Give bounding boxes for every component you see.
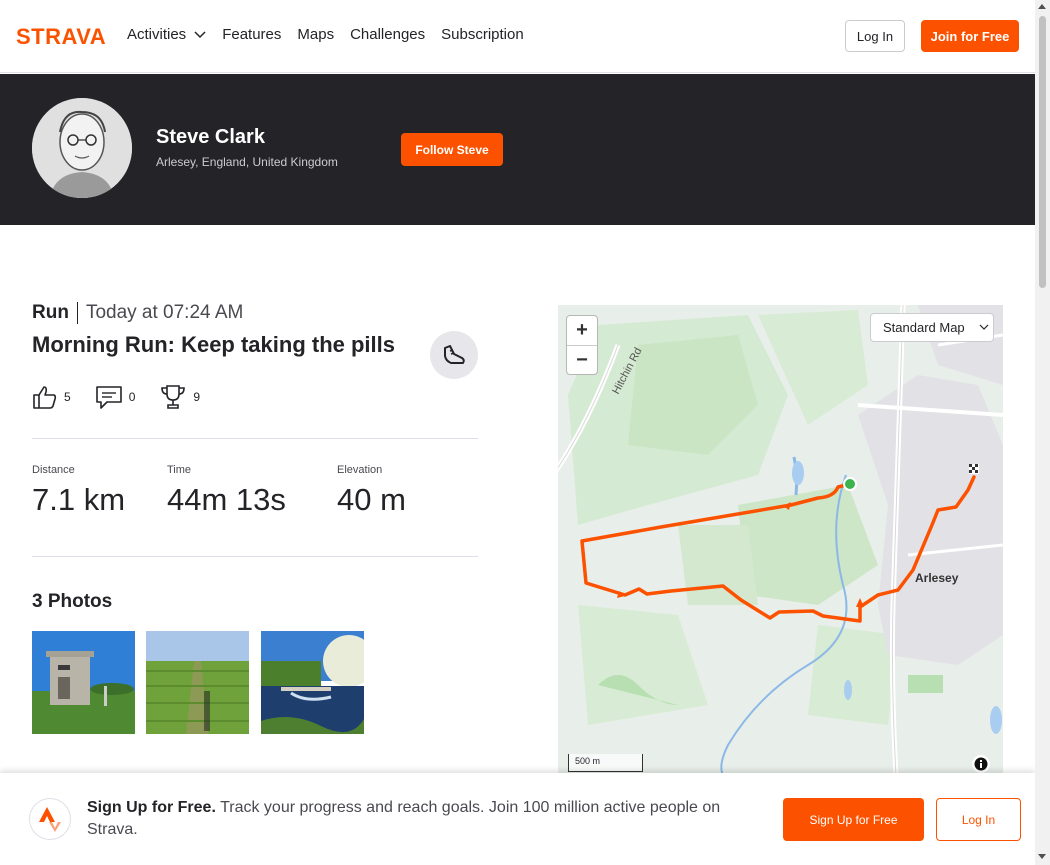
- comments-button[interactable]: 0: [95, 384, 136, 410]
- nav-item-challenges[interactable]: Challenges: [350, 26, 425, 43]
- scrollbar-thumb[interactable]: [1039, 16, 1046, 288]
- nav-item-label: Activities: [127, 26, 187, 43]
- map-town-label: Arlesey: [915, 571, 959, 585]
- map-type-select[interactable]: Standard Map: [870, 313, 994, 342]
- signup-button[interactable]: Sign Up for Free: [783, 798, 924, 841]
- login-button[interactable]: Log In: [845, 20, 905, 52]
- signup-message: Sign Up for Free. Track your progress an…: [87, 797, 757, 841]
- thumbs-up-icon: [33, 386, 57, 409]
- nav-item-subscription[interactable]: Subscription: [441, 26, 524, 43]
- activity-type: Run: [32, 302, 69, 323]
- nav-item-label: Features: [222, 26, 282, 43]
- join-for-free-button[interactable]: Join for Free: [921, 20, 1019, 52]
- map-scale: 500 m: [568, 754, 643, 772]
- avatar[interactable]: [32, 98, 132, 198]
- strava-chevron-icon: [39, 807, 61, 832]
- activity-title: Morning Run: Keep taking the pills: [32, 332, 395, 357]
- gear-shoe-button[interactable]: [430, 331, 478, 379]
- login-button-bottom[interactable]: Log In: [936, 798, 1021, 841]
- photos-title: 3 Photos: [32, 591, 113, 612]
- signup-banner: Sign Up for Free. Track your progress an…: [0, 773, 1035, 865]
- scroll-down-icon[interactable]: [1038, 854, 1046, 859]
- stat-elevation: Elevation 40 m: [337, 464, 406, 518]
- follow-button[interactable]: Follow Steve: [401, 133, 503, 166]
- activity-map[interactable]: Hitchin Rd Arlesey + − Standard Map 500 …: [558, 305, 1003, 775]
- divider: [32, 556, 478, 557]
- photo-pillbox: [32, 631, 135, 734]
- svg-text:STRAVA: STRAVA: [16, 26, 106, 46]
- activity-photo[interactable]: [146, 631, 249, 734]
- activity-photo[interactable]: [261, 631, 364, 734]
- athlete-name[interactable]: Steve Clark: [156, 126, 265, 149]
- chevron-down-icon: [979, 324, 989, 330]
- chevron-down-icon: [194, 30, 206, 38]
- nav-item-maps[interactable]: Maps: [297, 26, 334, 43]
- zoom-controls: + −: [566, 315, 598, 375]
- shoe-icon: [444, 345, 465, 364]
- zoom-out-button[interactable]: −: [567, 346, 597, 375]
- divider: [76, 302, 78, 324]
- photo-river: [261, 631, 364, 734]
- stat-distance: Distance 7.1 km: [32, 464, 125, 518]
- athlete-banner: Steve Clark Arlesey, England, United Kin…: [0, 74, 1035, 225]
- avatar-image: [32, 98, 132, 198]
- main-menu: Activities Features Maps Challenges Subs…: [127, 26, 524, 43]
- stat-value: 40 m: [337, 482, 406, 517]
- nav-item-label: Challenges: [350, 26, 426, 43]
- activity-date: Today at 07:24 AM: [85, 302, 244, 323]
- activity-photo[interactable]: [32, 631, 135, 734]
- stat-label: Time: [167, 464, 192, 476]
- info-icon: [974, 757, 988, 771]
- zoom-in-button[interactable]: +: [567, 316, 597, 345]
- nav-item-label: Maps: [297, 26, 335, 43]
- trophy-icon: [161, 385, 186, 409]
- nav-item-features[interactable]: Features: [222, 26, 281, 43]
- top-navigation: STRAVA Activities Features Maps Challeng…: [0, 0, 1035, 73]
- stat-label: Elevation: [337, 464, 383, 476]
- map-info-button[interactable]: [972, 755, 990, 773]
- comment-icon: [95, 386, 122, 409]
- scroll-up-icon[interactable]: [1038, 4, 1046, 9]
- strava-logo[interactable]: STRAVA: [16, 26, 112, 46]
- comment-count: 0: [128, 390, 136, 404]
- social-stats: 5 0 9: [32, 384, 224, 410]
- page-scrollbar[interactable]: [1035, 0, 1050, 865]
- stat-value: 44m 13s: [167, 482, 286, 517]
- signup-headline: Sign Up for Free.: [87, 799, 216, 816]
- divider: [32, 438, 478, 439]
- kudos-count: 5: [64, 390, 71, 404]
- map-type-label: Standard Map: [883, 320, 965, 335]
- achievement-count: 9: [193, 390, 201, 404]
- photo-field-path: [146, 631, 249, 734]
- stat-time: Time 44m 13s: [167, 464, 286, 518]
- kudos-button[interactable]: 5: [32, 384, 71, 410]
- activity-header: Run Today at 07:24 AM: [32, 302, 243, 324]
- athlete-location: Arlesey, England, United Kingdom: [156, 155, 338, 169]
- stat-value: 7.1 km: [32, 482, 126, 517]
- nav-item-label: Subscription: [441, 26, 524, 43]
- strava-app-icon: [29, 798, 71, 840]
- achievements-button[interactable]: 9: [159, 384, 200, 410]
- stat-label: Distance: [32, 464, 75, 476]
- nav-item-activities[interactable]: Activities: [127, 26, 206, 43]
